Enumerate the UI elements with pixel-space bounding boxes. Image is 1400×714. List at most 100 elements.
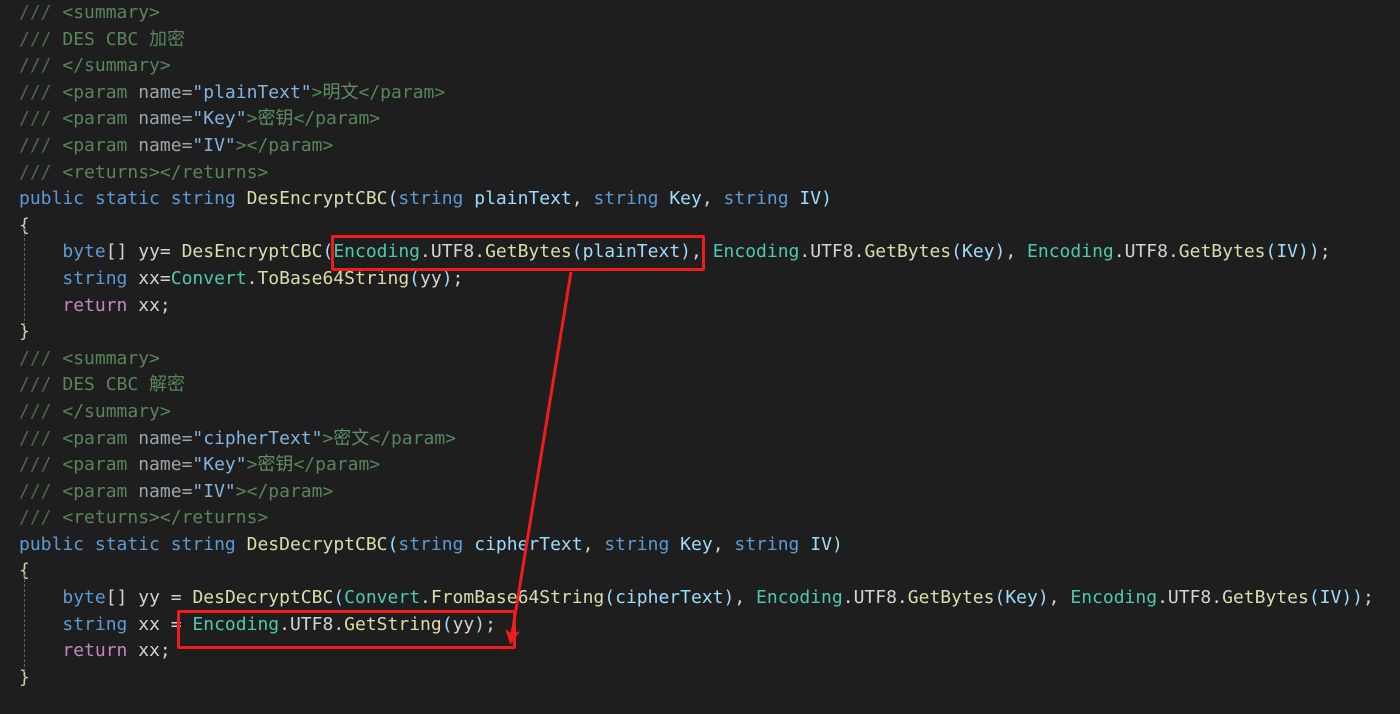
code-token: xx; — [127, 295, 170, 316]
code-line[interactable]: } — [0, 665, 1374, 692]
code-line[interactable]: /// <param name="plainText">明文</param> — [0, 80, 1374, 107]
code-token — [52, 401, 63, 422]
code-token: string — [734, 534, 799, 555]
code-line[interactable]: } — [0, 319, 1374, 346]
code-token: <param — [62, 481, 138, 502]
code-line[interactable]: return xx; — [0, 638, 1374, 665]
code-token: ( — [572, 241, 583, 262]
code-token: . — [897, 587, 908, 608]
code-token: ( — [333, 587, 344, 608]
code-token: UTF8 — [1168, 587, 1211, 608]
code-token — [52, 454, 63, 475]
code-token: name= — [138, 481, 192, 502]
code-token — [52, 481, 63, 502]
indent-guide — [24, 228, 26, 326]
code-token: string — [604, 534, 669, 555]
code-token: , — [1005, 241, 1027, 262]
code-token: public — [19, 534, 84, 555]
code-token: plainText — [583, 241, 681, 262]
code-token: </param> — [293, 108, 380, 129]
code-token: ( — [951, 241, 962, 262]
code-token: /// — [19, 82, 52, 103]
code-token: ) — [832, 534, 843, 555]
code-token: > — [247, 454, 258, 475]
code-token: /// — [19, 507, 52, 528]
code-token — [463, 534, 474, 555]
code-token: <returns></returns> — [62, 507, 268, 528]
code-line[interactable]: /// <param name="Key">密钥</param> — [0, 106, 1374, 133]
code-line[interactable]: string xx = Encoding.UTF8.GetString(yy); — [0, 612, 1374, 639]
code-token: "IV" — [192, 135, 235, 156]
code-token: string — [398, 188, 463, 209]
code-token: cipherText — [474, 534, 582, 555]
code-token — [160, 188, 171, 209]
code-line[interactable]: /// <param name="cipherText">密文</param> — [0, 426, 1374, 453]
code-line[interactable]: { — [0, 558, 1374, 585]
code-line[interactable]: /// DES CBC 加密 — [0, 27, 1374, 54]
code-token: , — [572, 188, 594, 209]
code-token: ( — [322, 241, 333, 262]
code-token: static — [95, 188, 160, 209]
code-token — [52, 108, 63, 129]
code-line[interactable]: /// </summary> — [0, 53, 1374, 80]
code-token: return — [62, 640, 127, 661]
code-token: DesEncryptCBC — [182, 241, 323, 262]
code-editor[interactable]: /// <summary>/// DES CBC 加密/// </summary… — [0, 0, 1400, 714]
code-token: Encoding — [1027, 241, 1114, 262]
code-token: [] — [106, 587, 128, 608]
code-line[interactable]: /// <summary> — [0, 346, 1374, 373]
code-token: yy — [420, 268, 442, 289]
code-token: ) — [680, 241, 691, 262]
code-token — [52, 348, 63, 369]
code-token: . — [799, 241, 810, 262]
code-token: </param> — [358, 82, 445, 103]
code-token: <param — [62, 82, 138, 103]
code-token: . — [279, 614, 290, 635]
code-line[interactable]: /// <summary> — [0, 0, 1374, 27]
code-line[interactable]: string xx=Convert.ToBase64String(yy); — [0, 266, 1374, 293]
code-token: <param — [62, 454, 138, 475]
code-token — [52, 82, 63, 103]
code-token: GetBytes — [1179, 241, 1266, 262]
code-line[interactable]: public static string DesEncryptCBC(strin… — [0, 186, 1374, 213]
code-line[interactable]: byte[] yy= DesEncryptCBC(Encoding.UTF8.G… — [0, 239, 1374, 266]
code-token: , — [713, 534, 735, 555]
code-token: GetBytes — [864, 241, 951, 262]
code-token: /// — [19, 162, 52, 183]
code-line[interactable]: return xx; — [0, 293, 1374, 320]
code-token: 密钥 — [257, 454, 293, 475]
code-token: IV — [1320, 587, 1342, 608]
code-token: Key — [669, 188, 702, 209]
code-line[interactable]: /// <returns></returns> — [0, 160, 1374, 187]
code-line[interactable]: /// DES CBC 解密 — [0, 372, 1374, 399]
code-token: string — [171, 534, 236, 555]
code-token: ( — [994, 587, 1005, 608]
code-line[interactable]: byte[] yy = DesDecryptCBC(Convert.FromBa… — [0, 585, 1374, 612]
code-content[interactable]: /// <summary>/// DES CBC 加密/// </summary… — [0, 0, 1374, 691]
code-token: , — [691, 241, 713, 262]
code-line[interactable]: /// <param name="Key">密钥</param> — [0, 452, 1374, 479]
code-token: /// — [19, 108, 52, 129]
code-line[interactable]: /// </summary> — [0, 399, 1374, 426]
code-line[interactable]: /// <param name="IV"></param> — [0, 133, 1374, 160]
code-token: </param> — [293, 454, 380, 475]
code-token: 密钥 — [257, 108, 293, 129]
code-token: plainText — [474, 188, 572, 209]
code-token: "IV" — [192, 481, 235, 502]
code-token — [52, 135, 63, 156]
code-line[interactable]: { — [0, 213, 1374, 240]
code-token: /// — [19, 454, 52, 475]
code-line[interactable]: /// <returns></returns> — [0, 505, 1374, 532]
code-line[interactable]: public static string DesDecryptCBC(strin… — [0, 532, 1374, 559]
code-token — [160, 534, 171, 555]
code-token: Encoding — [333, 241, 420, 262]
code-token: <param — [62, 135, 138, 156]
code-token: byte — [62, 587, 105, 608]
code-token: string — [171, 188, 236, 209]
code-token: DesDecryptCBC — [247, 534, 388, 555]
code-token: UTF8 — [1125, 241, 1168, 262]
code-token: xx= — [127, 268, 170, 289]
code-token: Convert — [171, 268, 247, 289]
code-line[interactable]: /// <param name="IV"></param> — [0, 479, 1374, 506]
code-token: xx; — [127, 640, 170, 661]
